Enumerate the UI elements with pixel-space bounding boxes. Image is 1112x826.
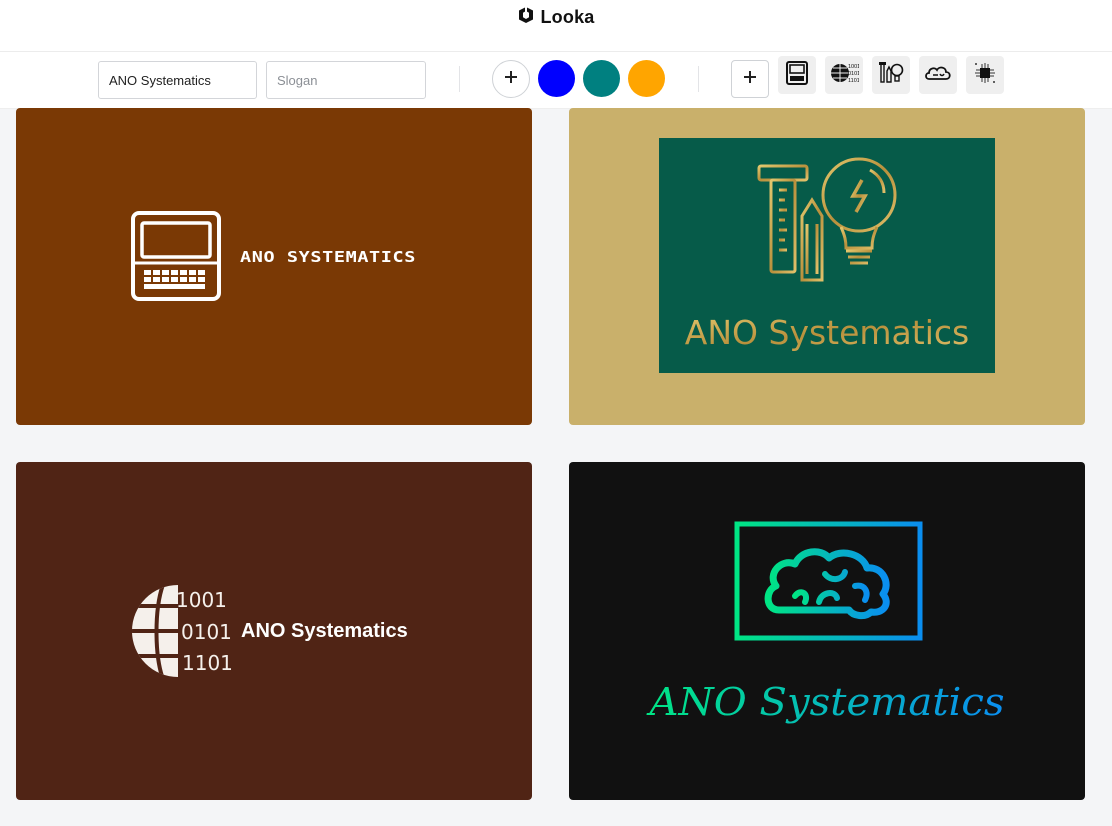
symbol-laptop-button[interactable] (778, 56, 816, 94)
brand[interactable]: Looka (517, 6, 594, 29)
add-symbol-button[interactable] (731, 60, 769, 98)
binary-line-2: 0101 (181, 620, 232, 644)
symbol-cloud-brain-button[interactable] (919, 56, 957, 94)
logo-card-tools-lightbulb[interactable]: ANO Systematics (569, 108, 1085, 425)
logo-company-name: ANO Systematics (646, 680, 1004, 724)
binary-line-3: 1101 (182, 651, 233, 675)
symbol-tools-lightbulb-button[interactable] (872, 56, 910, 94)
binary-globe-icon: 1001 0101 1101 (132, 585, 233, 677)
laptop-icon (784, 60, 810, 91)
binary-line-1: 1001 (176, 588, 227, 612)
microchip-icon (972, 60, 998, 91)
svg-text:0101: 0101 (848, 71, 859, 77)
symbol-binary-globe-button[interactable]: 1001 0101 1101 (825, 56, 863, 94)
tools-lightbulb-icon (876, 59, 906, 92)
slogan-input[interactable] (266, 61, 426, 99)
binary-globe-icon: 1001 0101 1101 (829, 58, 860, 93)
logo-company-name: ANO Systematics (685, 313, 969, 352)
logo-card-binary-globe[interactable]: 1001 0101 1101 ANO Systematics (16, 462, 532, 800)
color-swatch-blue[interactable] (538, 60, 575, 97)
logo-card-brain-frame[interactable]: ANO Systematics (569, 462, 1085, 800)
plus-icon (503, 69, 519, 90)
brain-icon (734, 521, 923, 641)
toolbar-divider (698, 66, 699, 92)
toolbar-divider (459, 66, 460, 92)
cloud-brain-icon (924, 63, 952, 88)
brand-name: Looka (540, 7, 595, 27)
looka-logo-icon (517, 6, 535, 29)
top-bar: Looka (0, 0, 1112, 52)
color-swatch-teal[interactable] (583, 60, 620, 97)
symbol-microchip-button[interactable] (966, 56, 1004, 94)
laptop-icon (131, 211, 221, 301)
logo-company-name: ANO Systematics (241, 620, 408, 642)
color-swatch-orange[interactable] (628, 60, 665, 97)
add-color-button[interactable] (492, 60, 530, 98)
logo-company-name: ANO SYSTEMATICS (240, 248, 416, 266)
plus-icon (742, 69, 758, 90)
svg-text:1101: 1101 (848, 78, 859, 84)
company-name-input[interactable] (98, 61, 257, 99)
svg-text:1001: 1001 (848, 64, 859, 70)
logo-card-laptop[interactable]: ANO SYSTEMATICS (16, 108, 532, 425)
